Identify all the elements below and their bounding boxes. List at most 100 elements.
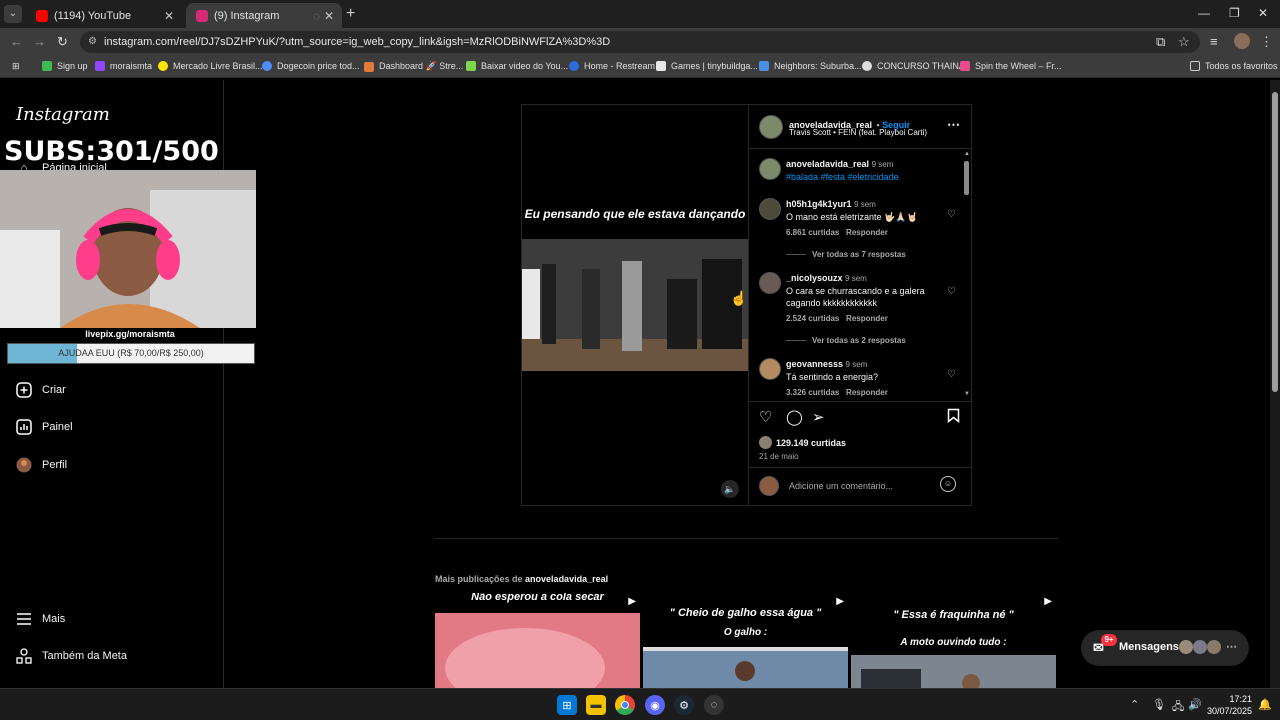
likes-count[interactable]: 129.149 curtidas bbox=[776, 438, 846, 448]
restore-icon[interactable]: ❐ bbox=[1229, 6, 1240, 20]
more-posts-user[interactable]: anoveladavida_real bbox=[525, 574, 608, 584]
comment-text: O mano está eletrizante 🤟🏻🙏🏻🤘🏻 bbox=[786, 212, 918, 222]
view-replies-button[interactable]: Ver todas as 2 respostas bbox=[786, 336, 906, 345]
bookmark-item[interactable]: Games | tinybuildga... bbox=[656, 61, 758, 71]
bookmark-item[interactable]: Baixar video do You... bbox=[466, 61, 568, 71]
commenter-avatar[interactable] bbox=[759, 358, 781, 380]
post-thumbnail[interactable]: Não esperou a cola secar ▶ bbox=[435, 593, 640, 688]
like-comment-icon[interactable]: ♡ bbox=[947, 369, 956, 380]
sidebar-item-criar[interactable]: Criar bbox=[16, 382, 66, 398]
close-tab-icon[interactable]: ✕ bbox=[324, 9, 334, 23]
system-clock[interactable]: 17:21 30/07/2025 bbox=[1200, 693, 1252, 717]
reply-button[interactable]: Responder bbox=[846, 228, 888, 237]
bookmarks-folder[interactable]: Todos os favoritos bbox=[1190, 61, 1278, 71]
tab-title: (1194) YouTube bbox=[54, 9, 132, 22]
reload-icon[interactable]: ↻ bbox=[57, 34, 68, 50]
webcam-overlay bbox=[0, 170, 256, 328]
bookmark-item[interactable]: Dashboard 🚀 Stre... bbox=[364, 61, 463, 72]
bookmark-item[interactable]: Neighbors: Suburba... bbox=[759, 61, 862, 71]
like-comment-icon[interactable]: ♡ bbox=[947, 209, 956, 220]
livepix-link: livepix.gg/moraismta bbox=[85, 329, 175, 339]
bookmark-item[interactable]: Sign up bbox=[42, 61, 88, 71]
address-bar[interactable]: ⚙ instagram.com/reel/DJ7sDZHPYuK/?utm_so… bbox=[80, 31, 1200, 53]
volume-icon[interactable]: 🔈 bbox=[721, 480, 739, 498]
view-replies-button[interactable]: Ver todas as 7 respostas bbox=[786, 250, 906, 259]
like-icon[interactable]: ♡ bbox=[759, 408, 772, 426]
network-icon[interactable]: 🖧 bbox=[1172, 698, 1184, 717]
contact-avatar bbox=[1179, 640, 1193, 654]
add-comment-input[interactable]: Adicione um comentário... bbox=[789, 481, 893, 491]
bookmark-item[interactable]: Spin the Wheel – Fr... bbox=[960, 61, 1062, 71]
mouse-cursor-icon: ☝ bbox=[730, 290, 748, 306]
reel-video[interactable]: Eu pensando que ele estava dançando 🔈 bbox=[522, 105, 748, 505]
comment-text: Tá sentindo a energia? bbox=[786, 372, 879, 382]
messages-button[interactable]: ✉ 9+ Mensagens ⋯ bbox=[1081, 630, 1249, 666]
more-options-icon[interactable]: ⋯ bbox=[947, 117, 960, 133]
tab-youtube[interactable]: (1194) YouTube ✕ bbox=[26, 3, 182, 28]
close-tab-icon[interactable]: ✕ bbox=[164, 9, 174, 23]
chart-icon bbox=[16, 419, 32, 435]
microphone-icon[interactable]: 🎙 bbox=[1152, 698, 1166, 711]
page-scrollbar[interactable] bbox=[1270, 80, 1280, 688]
apps-grid-icon[interactable]: ⊞ bbox=[12, 61, 20, 72]
reply-button[interactable]: Responder bbox=[846, 388, 888, 397]
author-avatar[interactable] bbox=[759, 158, 781, 180]
forward-icon[interactable]: → bbox=[33, 34, 46, 49]
instagram-logo[interactable]: Instagram bbox=[16, 104, 110, 125]
page-scroll-thumb[interactable] bbox=[1272, 92, 1278, 392]
new-tab-button[interactable]: + bbox=[346, 5, 355, 23]
bookmark-item[interactable]: Home - Restream bbox=[569, 61, 655, 71]
reply-button[interactable]: Responder bbox=[846, 314, 888, 323]
bookmark-item[interactable]: Dogecoin price tod... bbox=[262, 61, 360, 71]
minimize-icon[interactable]: — bbox=[1198, 6, 1210, 20]
bookmark-item[interactable]: moraismta bbox=[95, 61, 152, 71]
hashtags[interactable]: #balada #festa #eletricidade bbox=[786, 171, 946, 183]
profile-avatar bbox=[16, 457, 32, 473]
thumbnail-image bbox=[435, 613, 640, 688]
menu-kebab-icon[interactable]: ⋮ bbox=[1260, 34, 1273, 50]
sidebar-item-perfil[interactable]: Perfil bbox=[16, 457, 67, 473]
author-avatar[interactable] bbox=[759, 115, 783, 139]
mute-tab-icon[interactable]: ◌ bbox=[313, 9, 320, 23]
profile-avatar[interactable] bbox=[1234, 33, 1250, 49]
start-windows-icon[interactable]: ⊞ bbox=[557, 695, 577, 715]
contact-avatar bbox=[1207, 640, 1221, 654]
video-caption: Eu pensando que ele estava dançando bbox=[524, 207, 746, 221]
back-icon[interactable]: ← bbox=[10, 34, 23, 49]
sidebar-item-mais[interactable]: Mais bbox=[16, 611, 65, 627]
commenter-avatar[interactable] bbox=[759, 198, 781, 220]
post-thumbnail[interactable]: " Essa é fraquinha né " A moto ouvindo t… bbox=[851, 593, 1056, 688]
post-date: 21 de maio bbox=[759, 452, 799, 461]
post-thumbnail[interactable]: " Cheio de galho essa água " O galho : ▶ bbox=[643, 593, 848, 688]
obs-icon[interactable]: ◌ bbox=[704, 695, 724, 715]
post-actions: ♡ ◯ ➢ 129.149 curtidas 21 de maio bbox=[749, 401, 973, 467]
comment-icon[interactable]: ◯ bbox=[786, 408, 803, 426]
menu-icon bbox=[16, 611, 32, 627]
bookmark-item[interactable]: CONCURSO THAINÁ bbox=[862, 61, 965, 71]
tab-instagram[interactable]: (9) Instagram ◌ ✕ bbox=[186, 3, 342, 28]
sidebar-item-painel[interactable]: Painel bbox=[16, 419, 73, 435]
bookmark-star-icon[interactable]: ☆ bbox=[1178, 34, 1190, 50]
bookmark-item[interactable]: Mercado Livre Brasil... bbox=[158, 61, 263, 71]
like-comment-icon[interactable]: ♡ bbox=[947, 286, 956, 297]
emoji-icon[interactable]: ☺ bbox=[940, 476, 956, 492]
share-icon[interactable]: ➢ bbox=[812, 408, 825, 426]
audio-track[interactable]: Travis Scott • FE!N (feat. Playboi Carti… bbox=[789, 128, 927, 137]
tab-list-button[interactable]: ⌄ bbox=[4, 5, 22, 23]
notifications-icon[interactable]: 🔔 bbox=[1258, 698, 1272, 711]
discord-icon[interactable]: ◉ bbox=[645, 695, 665, 715]
save-icon[interactable] bbox=[947, 408, 960, 427]
commenter-avatar[interactable] bbox=[759, 272, 781, 294]
steam-icon[interactable]: ⚙ bbox=[674, 695, 694, 715]
install-app-icon[interactable]: ⧉ bbox=[1156, 34, 1165, 50]
messages-badge: 9+ bbox=[1101, 634, 1117, 646]
site-info-icon[interactable]: ⚙ bbox=[88, 36, 97, 48]
media-controls-icon[interactable]: ≡ bbox=[1210, 34, 1218, 49]
goal-text: AJUDAA EUU (R$ 70,00/R$ 250,00) bbox=[58, 348, 204, 358]
sidebar-item-meta[interactable]: Também da Meta bbox=[16, 648, 127, 664]
close-window-icon[interactable]: ✕ bbox=[1258, 6, 1268, 20]
chrome-icon[interactable] bbox=[615, 695, 635, 715]
tray-chevron-icon[interactable]: ⌃ bbox=[1130, 698, 1139, 711]
comments-scrollbar[interactable]: ▲ ▼ bbox=[962, 151, 970, 399]
file-explorer-icon[interactable]: ▬ bbox=[586, 695, 606, 715]
